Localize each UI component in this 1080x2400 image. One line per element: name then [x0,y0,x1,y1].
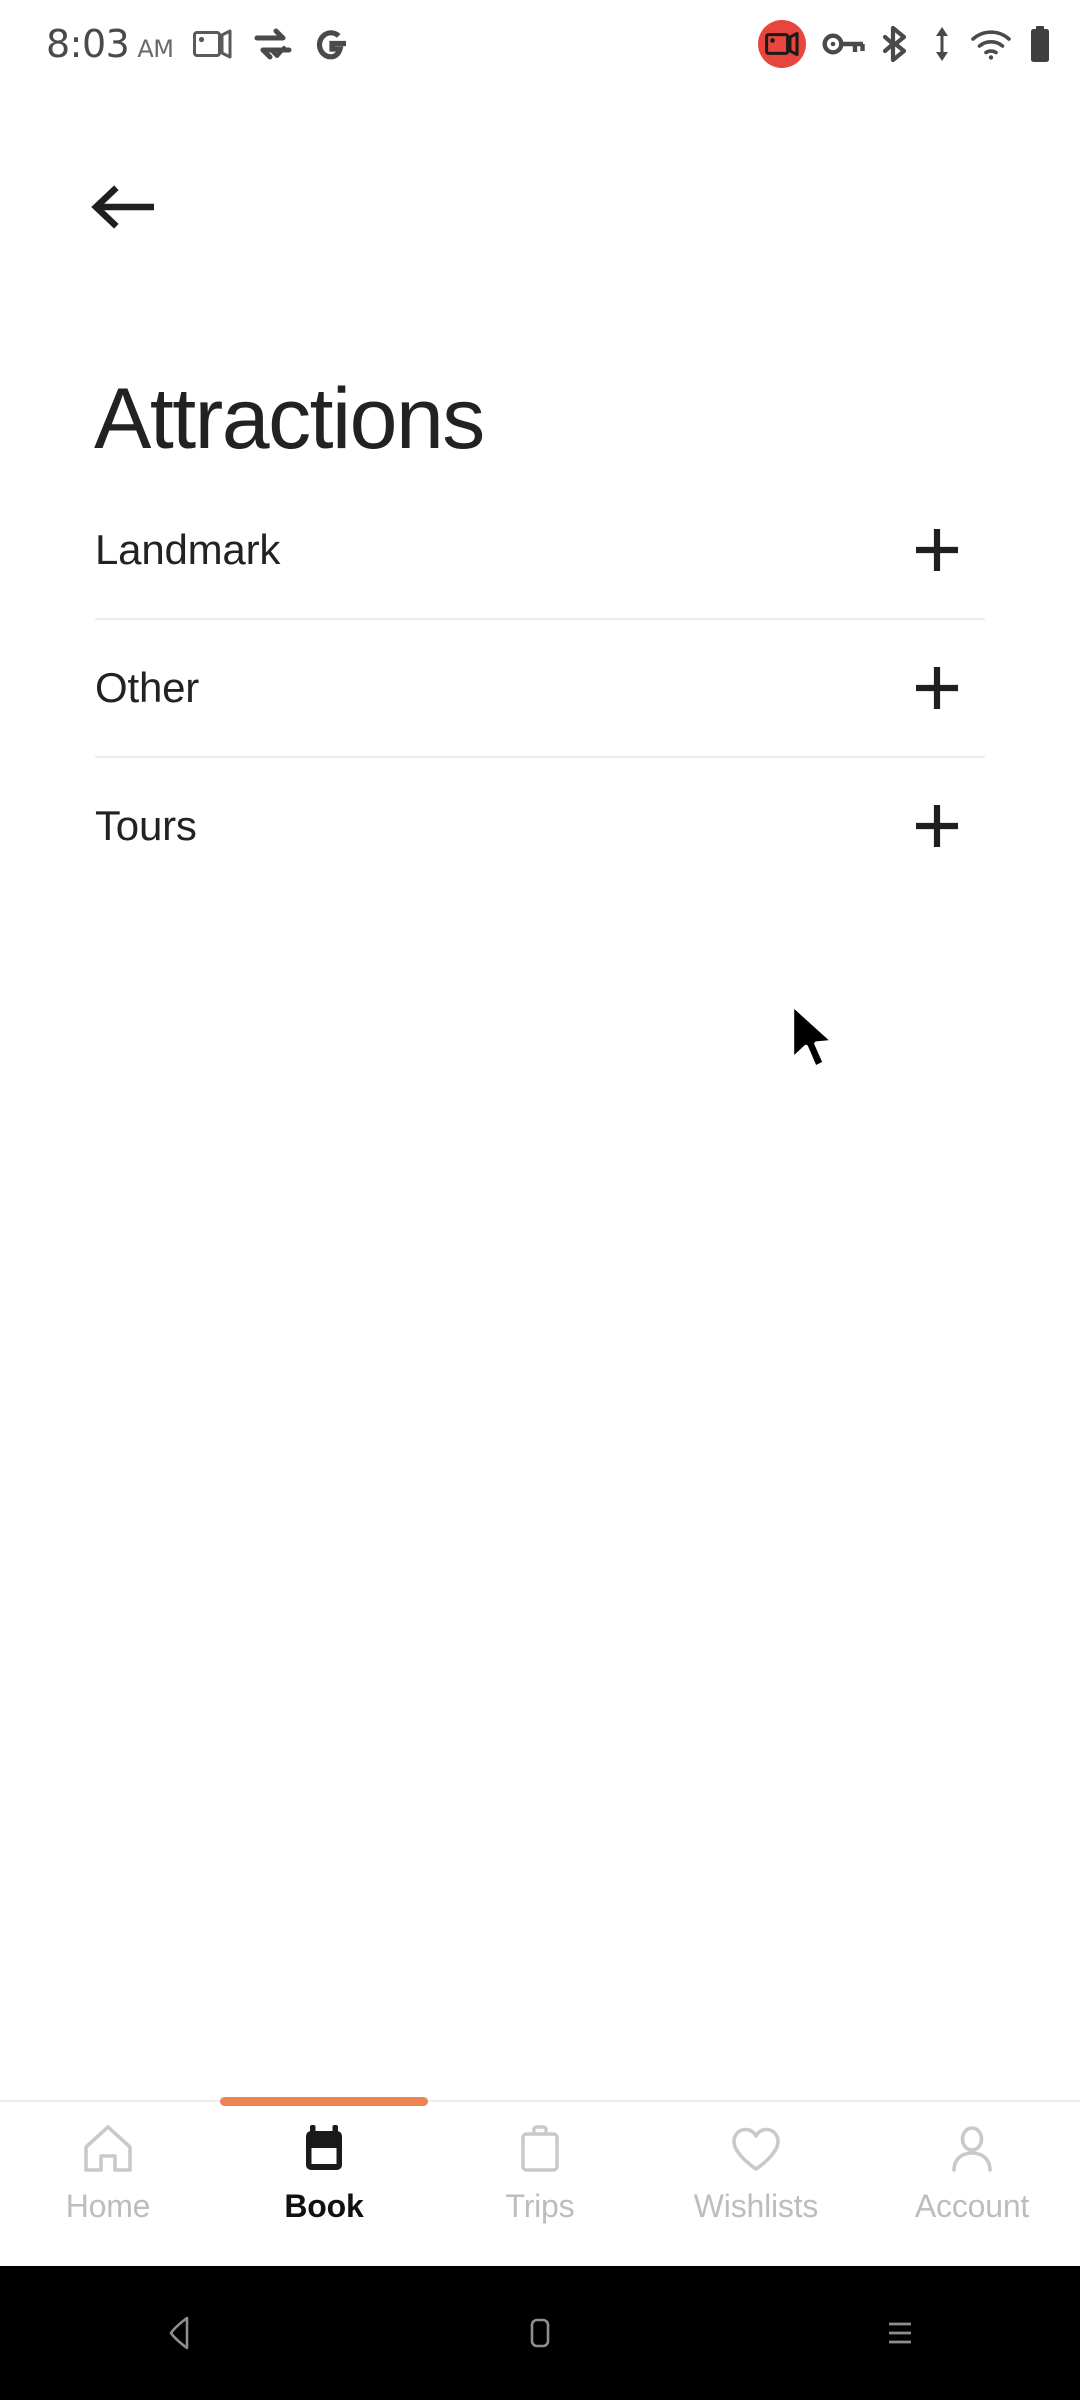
vpn-sync-icon [253,26,293,62]
nav-item-book[interactable]: Book [216,2097,432,2266]
nav-item-home[interactable]: Home [0,2102,216,2266]
list-item-landmark[interactable]: Landmark [95,482,985,618]
person-icon [943,2118,1001,2180]
triangle-back-icon [169,2316,189,2350]
plus-icon [916,529,958,571]
calendar-icon [295,2118,353,2180]
status-bar-ampm: AM [137,35,174,63]
add-other-button[interactable] [909,660,965,716]
screen-record-icon [193,28,233,60]
arrow-left-icon [91,185,154,229]
list-item-label: Other [95,664,200,711]
status-bar-time: 8:03 [46,22,130,66]
plus-icon [916,667,958,709]
status-bar-right [758,20,1052,68]
bottom-navigation-bar: Home Book Trips Wishlists Account [0,2097,1080,2266]
page-title: Attractions [94,370,485,467]
mouse-cursor [786,1000,846,1080]
square-home-icon [530,2318,550,2348]
bluetooth-icon [882,25,914,63]
hamburger-recents-icon [889,2322,911,2344]
screen-recording-active-icon [758,20,806,68]
nav-item-account[interactable]: Account [864,2102,1080,2266]
nav-label-trips: Trips [505,2188,575,2224]
list-item-label: Tours [95,802,197,849]
nav-label-book: Book [284,2188,364,2224]
status-bar-clock: 8:03 AM [46,22,174,66]
system-recents-button[interactable] [825,2266,975,2400]
nav-item-wishlists[interactable]: Wishlists [648,2102,864,2266]
nav-item-trips[interactable]: Trips [432,2102,648,2266]
attractions-list: Landmark Other Tours [0,482,1080,894]
status-bar: 8:03 AM [0,0,1080,88]
vpn-key-icon [822,29,866,59]
list-item-other[interactable]: Other [95,620,985,756]
data-transfer-icon [930,25,954,63]
android-system-navigation-bar [0,2266,1080,2400]
active-tab-indicator [220,2097,428,2106]
nav-label-account: Account [914,2188,1030,2224]
back-button[interactable] [88,172,180,242]
suitcase-icon [511,2118,569,2180]
nav-label-wishlists: Wishlists [693,2188,819,2224]
system-back-button[interactable] [105,2266,255,2400]
add-landmark-button[interactable] [909,522,965,578]
system-home-button[interactable] [465,2266,615,2400]
google-g-icon [313,25,349,63]
home-icon [79,2118,137,2180]
add-tours-button[interactable] [909,798,965,854]
heart-icon [727,2118,785,2180]
wifi-icon [970,28,1012,60]
battery-icon [1028,25,1052,63]
list-item-tours[interactable]: Tours [95,758,985,894]
plus-icon [916,805,958,847]
status-bar-left: 8:03 AM [46,25,349,63]
list-item-label: Landmark [95,526,281,573]
nav-label-home: Home [65,2188,151,2224]
